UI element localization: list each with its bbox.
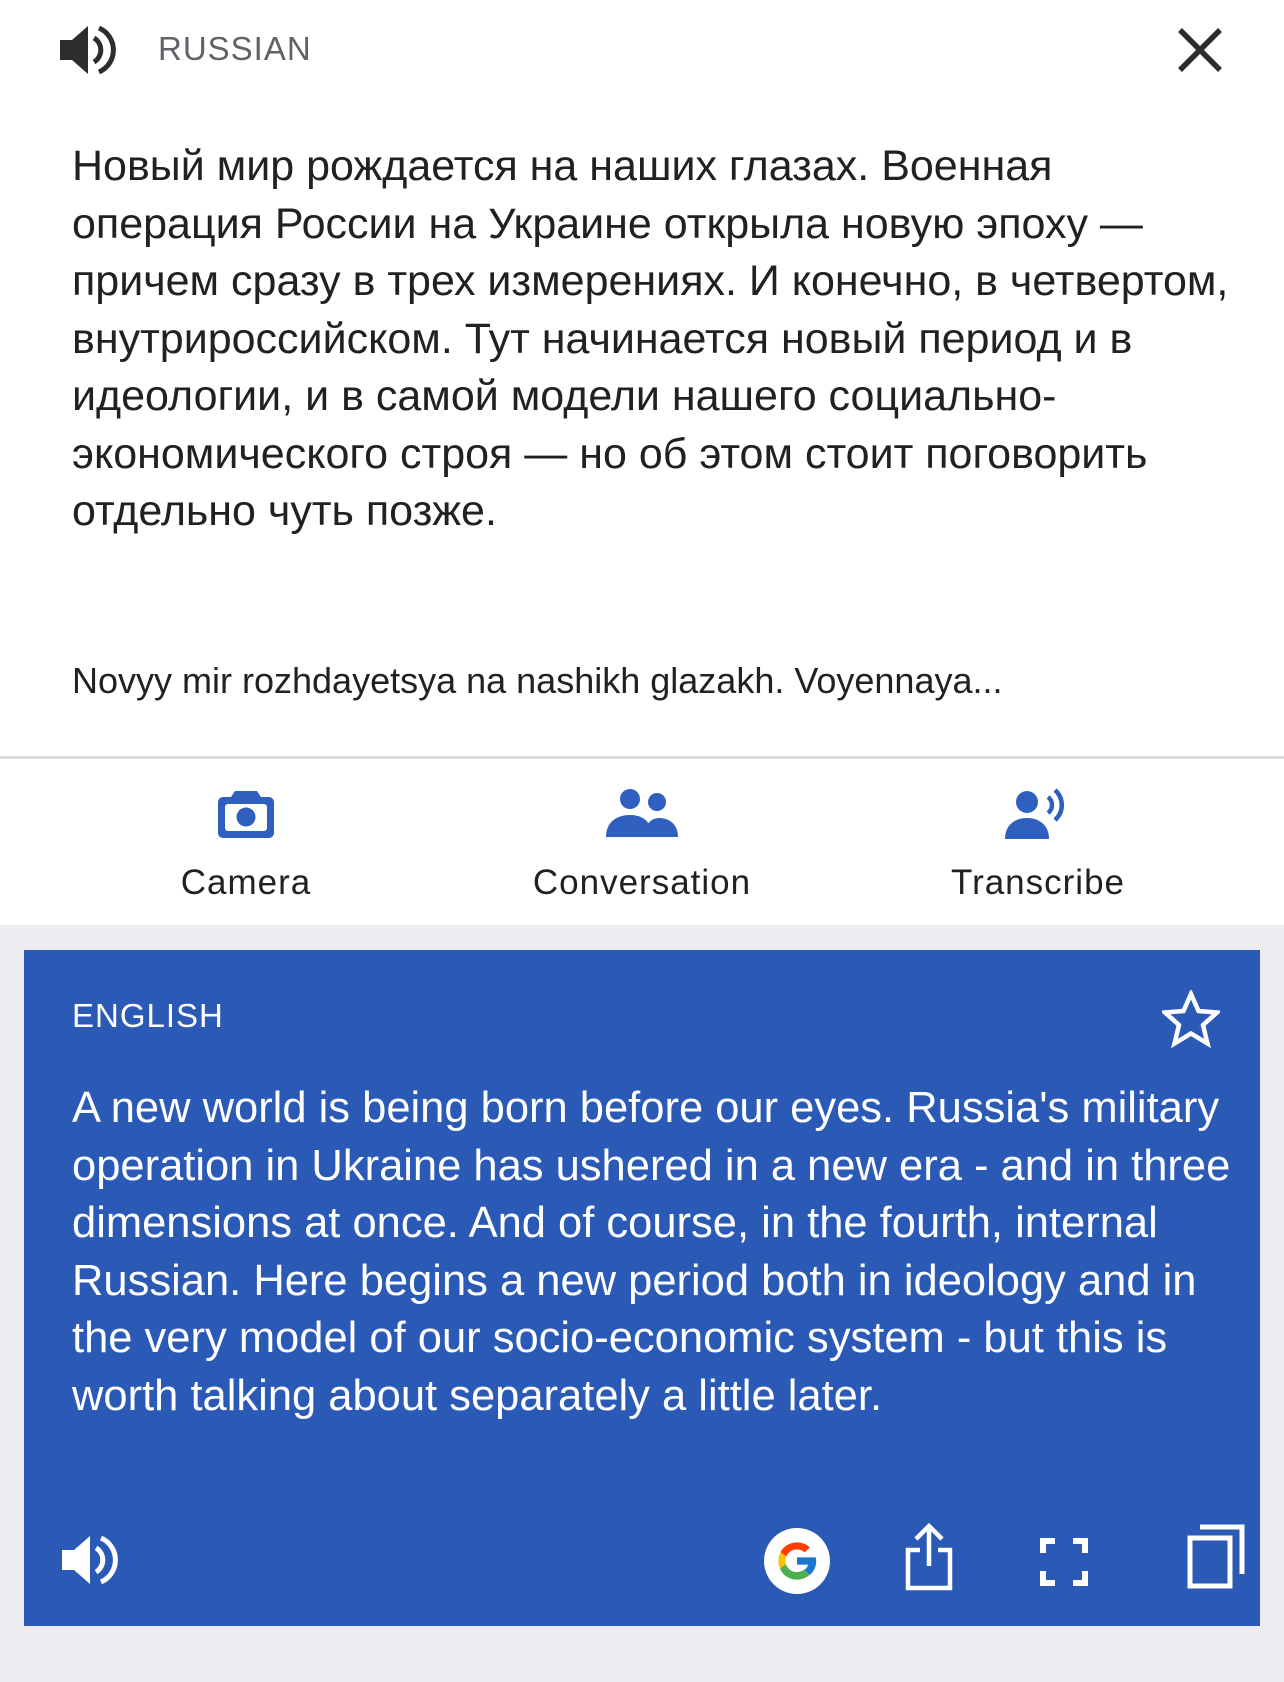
google-search-button[interactable] (764, 1528, 830, 1594)
conversation-button[interactable]: Conversation (492, 759, 792, 925)
conversation-label: Conversation (532, 863, 752, 902)
source-text[interactable]: Новый мир рождается на наших глазах. Вое… (72, 138, 1242, 541)
share-button[interactable] (900, 1522, 958, 1592)
source-panel: RUSSIAN Новый мир рождается на наших гла… (0, 0, 1284, 758)
speaker-icon (60, 25, 116, 75)
transcribe-button[interactable]: Transcribe (888, 759, 1188, 925)
save-translation-button[interactable] (1159, 988, 1223, 1049)
camera-button[interactable]: Camera (96, 759, 396, 925)
google-icon (778, 1542, 817, 1580)
translation-listen-button[interactable] (60, 1532, 122, 1588)
camera-label: Camera (180, 863, 312, 902)
transcribe-icon (1005, 788, 1065, 839)
fullscreen-icon (1040, 1538, 1088, 1586)
target-language-label[interactable]: ENGLISH (72, 997, 224, 1035)
copy-button[interactable] (1186, 1524, 1246, 1590)
source-language-label[interactable]: RUSSIAN (158, 30, 312, 68)
star-icon (1159, 988, 1223, 1049)
translation-text[interactable]: A new world is being born before our eye… (72, 1080, 1252, 1425)
camera-icon (218, 791, 274, 838)
share-icon (905, 1522, 953, 1591)
close-button[interactable] (1172, 22, 1228, 78)
transliteration-text[interactable]: Novyy mir rozhdayetsya na nashikh glazak… (72, 660, 1222, 702)
source-listen-button[interactable] (58, 22, 120, 78)
close-icon (1178, 28, 1222, 72)
input-modes-toolbar: Camera Conversation Transcribe (0, 759, 1284, 925)
transcribe-label: Transcribe (950, 863, 1126, 902)
conversation-icon (606, 789, 678, 837)
copy-icon (1187, 1524, 1245, 1589)
speaker-icon (62, 1535, 118, 1585)
translation-result-card: ENGLISH A new world is being born before… (24, 950, 1260, 1626)
source-header: RUSSIAN (0, 0, 1284, 100)
fullscreen-button[interactable] (1040, 1538, 1088, 1586)
